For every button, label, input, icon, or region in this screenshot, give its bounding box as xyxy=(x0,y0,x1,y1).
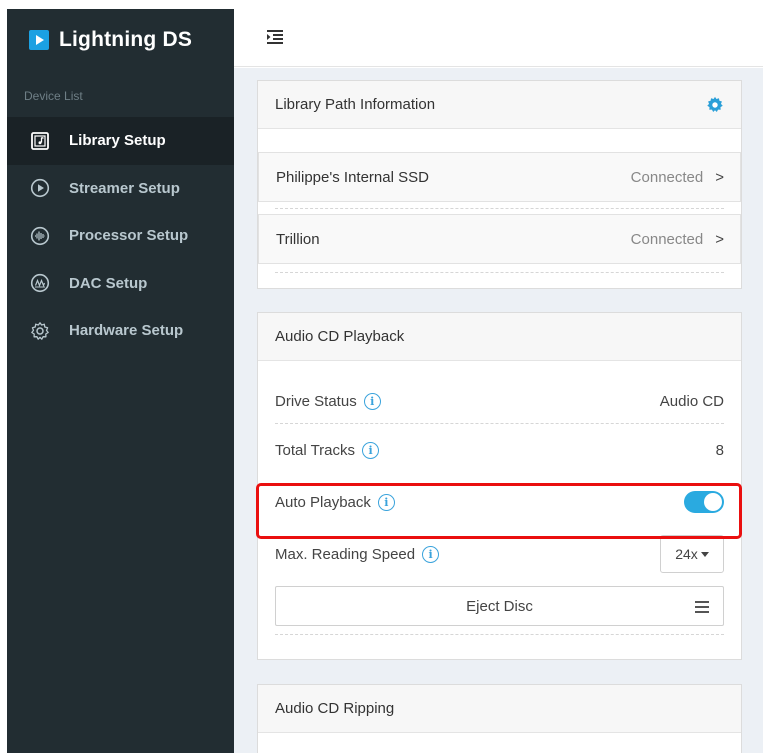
storage-row-internal-ssd[interactable]: Philippe's Internal SSD Connected > xyxy=(258,152,741,202)
brand-title: Lightning DS xyxy=(59,28,193,51)
info-icon[interactable]: i xyxy=(362,441,380,459)
sidebar-item-label: DAC Setup xyxy=(69,274,148,292)
main-content: Library Path Information Philippe's Inte… xyxy=(234,68,763,753)
waveform-icon xyxy=(30,226,50,246)
chevron-right-icon: > xyxy=(715,168,724,186)
reading-speed-value: 24x xyxy=(675,546,698,562)
audio-cd-playback-header: Audio CD Playback xyxy=(258,313,741,361)
storage-row-trillion[interactable]: Trillion Connected > xyxy=(258,214,741,264)
menu-bars-icon xyxy=(695,600,709,613)
device-list-label: Device List xyxy=(24,89,83,103)
sidebar-toggle-icon[interactable] xyxy=(266,29,284,45)
info-icon[interactable]: i xyxy=(422,545,440,563)
storage-status: Connected xyxy=(630,230,704,248)
auto-playback-highlight xyxy=(256,483,742,539)
storage-name: Philippe's Internal SSD xyxy=(276,168,429,186)
chevron-right-icon: > xyxy=(715,230,724,248)
brand-logo-icon xyxy=(29,30,49,50)
drive-status-value: Audio CD xyxy=(659,392,724,410)
audio-cd-playback-title: Audio CD Playback xyxy=(275,328,405,345)
top-navbar xyxy=(234,9,763,67)
eject-disc-label: Eject Disc xyxy=(466,597,533,615)
total-tracks-row: Total Tracks i 8 xyxy=(258,424,741,476)
eject-disc-button[interactable]: Eject Disc xyxy=(275,586,724,626)
dac-icon xyxy=(30,273,50,293)
storage-status: Connected xyxy=(630,168,704,186)
info-icon[interactable]: i xyxy=(363,392,381,410)
sidebar-item-label: Library Setup xyxy=(69,132,166,150)
sidebar-item-processor-setup[interactable]: Processor Setup xyxy=(7,212,234,260)
max-reading-speed-label: Max. Reading Speed xyxy=(275,545,416,563)
caret-down-icon xyxy=(700,551,709,557)
audio-cd-ripping-panel: Audio CD Ripping xyxy=(257,684,742,753)
music-library-icon xyxy=(30,131,50,151)
library-path-title: Library Path Information xyxy=(275,96,436,113)
gear-icon[interactable] xyxy=(706,96,724,114)
divider xyxy=(275,634,724,635)
sidebar-item-hardware-setup[interactable]: Hardware Setup xyxy=(7,307,234,355)
storage-name: Trillion xyxy=(276,230,320,248)
gear-icon xyxy=(30,321,50,341)
sidebar-item-label: Hardware Setup xyxy=(69,322,184,340)
audio-cd-ripping-title: Audio CD Ripping xyxy=(275,700,395,717)
sidebar-item-library-setup[interactable]: Library Setup xyxy=(7,117,234,165)
sidebar-item-streamer-setup[interactable]: Streamer Setup xyxy=(7,165,234,213)
drive-status-label: Drive Status xyxy=(275,392,357,410)
sidebar-item-label: Processor Setup xyxy=(69,227,189,245)
sidebar-item-label: Streamer Setup xyxy=(69,179,180,197)
sidebar: Lightning DS Device List Library Setup S… xyxy=(7,9,234,753)
drive-status-row: Drive Status i Audio CD xyxy=(258,379,741,423)
reading-speed-select[interactable]: 24x xyxy=(660,535,724,573)
library-path-header: Library Path Information xyxy=(258,81,741,129)
sidebar-item-dac-setup[interactable]: DAC Setup xyxy=(7,260,234,308)
brand[interactable]: Lightning DS xyxy=(29,27,192,53)
sidebar-menu: Library Setup Streamer Setup Processor S… xyxy=(7,117,234,355)
audio-cd-ripping-header: Audio CD Ripping xyxy=(258,685,741,733)
total-tracks-value: 8 xyxy=(715,441,724,459)
total-tracks-label: Total Tracks xyxy=(275,441,356,459)
play-circle-icon xyxy=(30,178,50,198)
divider xyxy=(275,272,724,273)
library-path-panel: Library Path Information Philippe's Inte… xyxy=(257,80,742,289)
